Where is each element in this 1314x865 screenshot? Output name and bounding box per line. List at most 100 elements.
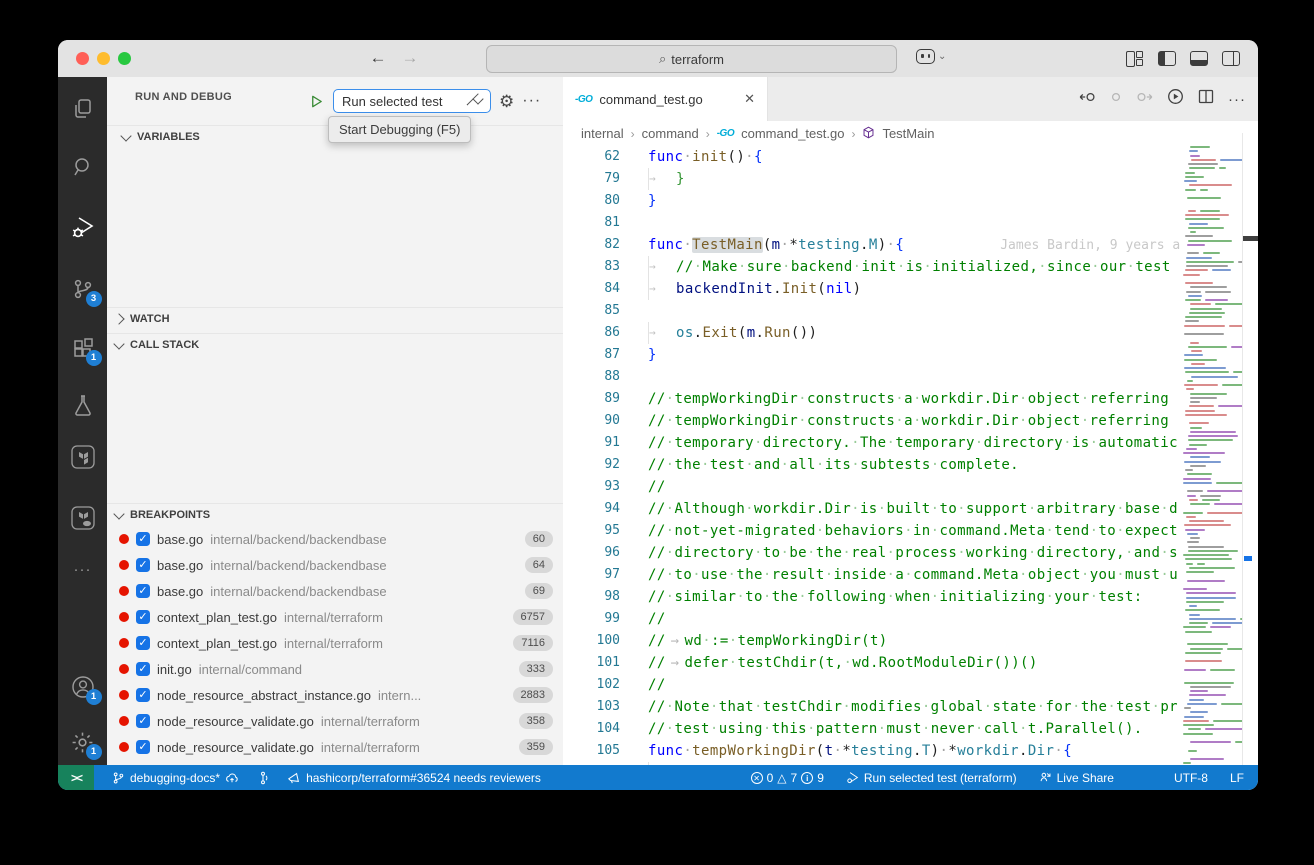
code-line[interactable]: 96//·directory·to·be·the·real·process·wo… bbox=[563, 542, 1243, 564]
code-line[interactable]: 99// bbox=[563, 608, 1243, 630]
accounts-icon[interactable]: 1 bbox=[69, 673, 97, 701]
breakpoint-row[interactable]: ✓ base.go internal/backend/backendbase 6… bbox=[107, 526, 563, 552]
pr-status-item[interactable]: hashicorp/terraform#36524 needs reviewer… bbox=[287, 765, 541, 790]
breakpoint-checkbox[interactable]: ✓ bbox=[136, 532, 150, 546]
reverse-continue-icon[interactable] bbox=[1110, 89, 1122, 110]
run-or-debug-icon[interactable] bbox=[1167, 88, 1184, 110]
code-line[interactable]: 102// bbox=[563, 674, 1243, 696]
customize-layout-icon[interactable] bbox=[1126, 51, 1144, 66]
command-center-search[interactable]: ⌕ terraform bbox=[486, 45, 897, 73]
code-line[interactable]: 84→backendInit.Init(nil) bbox=[563, 278, 1243, 300]
line-number[interactable]: 92 bbox=[563, 454, 620, 476]
code-line[interactable]: 85 bbox=[563, 300, 1243, 322]
line-number[interactable]: 93 bbox=[563, 476, 620, 498]
titlebar[interactable]: ← → ⌕ terraform ⌄ bbox=[58, 40, 1258, 78]
code-line[interactable]: 86→os.Exit(m.Run()) bbox=[563, 322, 1243, 344]
debug-config-select[interactable]: Run selected test bbox=[333, 89, 491, 113]
code-line[interactable]: 83→//·Make·sure·backend·init·is·initiali… bbox=[563, 256, 1243, 278]
eol-item[interactable]: LF bbox=[1230, 765, 1244, 790]
code-line[interactable]: 62func·init()·{ bbox=[563, 146, 1243, 168]
step-back-icon[interactable] bbox=[1079, 89, 1096, 110]
breakpoint-checkbox[interactable]: ✓ bbox=[136, 584, 150, 598]
line-number[interactable]: 86 bbox=[563, 322, 620, 344]
breakpoint-row[interactable]: ✓ context_plan_test.go internal/terrafor… bbox=[107, 604, 563, 630]
code-line[interactable]: 79→} bbox=[563, 168, 1243, 190]
scrollbar-thumb[interactable] bbox=[1243, 236, 1258, 241]
call-stack-section-header[interactable]: CALL STACK bbox=[107, 333, 563, 356]
source-control-icon[interactable]: 3 bbox=[69, 275, 97, 303]
testing-icon[interactable] bbox=[69, 391, 97, 419]
close-window-button[interactable] bbox=[76, 52, 89, 65]
breakpoint-row[interactable]: ✓ context_plan_test.go internal/terrafor… bbox=[107, 630, 563, 656]
line-number[interactable]: 81 bbox=[563, 212, 620, 234]
explorer-icon[interactable] bbox=[69, 95, 97, 123]
line-number[interactable]: 104 bbox=[563, 718, 620, 740]
line-number[interactable]: 94 bbox=[563, 498, 620, 520]
line-number[interactable]: 91 bbox=[563, 432, 620, 454]
line-number[interactable]: 102 bbox=[563, 674, 620, 696]
code-line[interactable]: 95//·not-yet-migrated·behaviors·in·comma… bbox=[563, 520, 1243, 542]
step-forward-icon[interactable] bbox=[1136, 89, 1153, 110]
breakpoint-checkbox[interactable]: ✓ bbox=[136, 558, 150, 572]
line-number[interactable]: 85 bbox=[563, 300, 620, 322]
line-number[interactable]: 82 bbox=[563, 234, 620, 256]
breakpoint-checkbox[interactable]: ✓ bbox=[136, 662, 150, 676]
code-line[interactable]: 90//·tempWorkingDir·constructs·a·workdir… bbox=[563, 410, 1243, 432]
code-line[interactable]: 93// bbox=[563, 476, 1243, 498]
line-number[interactable]: 80 bbox=[563, 190, 620, 212]
remote-indicator[interactable]: >< bbox=[58, 765, 94, 790]
breadcrumb-symbol[interactable]: TestMain bbox=[882, 126, 934, 141]
line-number[interactable]: 99 bbox=[563, 608, 620, 630]
line-number[interactable]: 84 bbox=[563, 278, 620, 300]
search-sidebar-icon[interactable] bbox=[69, 153, 97, 181]
code-line[interactable]: 91//·temporary·directory.·The·temporary·… bbox=[563, 432, 1243, 454]
tab-command-test-go[interactable]: -GO command_test.go ✕ bbox=[563, 77, 768, 121]
line-number[interactable]: 79 bbox=[563, 168, 620, 190]
additional-views-icon[interactable]: ··· bbox=[69, 555, 97, 583]
nav-back-arrow[interactable]: ← bbox=[366, 46, 390, 70]
line-number[interactable]: 97 bbox=[563, 564, 620, 586]
close-tab-icon[interactable]: ✕ bbox=[744, 91, 755, 107]
line-number[interactable]: 87 bbox=[563, 344, 620, 366]
code-line[interactable]: 92//·the·test·and·all·its·subtests·compl… bbox=[563, 454, 1243, 476]
breakpoint-row[interactable]: ✓ node_resource_validate.go internal/ter… bbox=[107, 734, 563, 760]
breadcrumb-internal[interactable]: internal bbox=[581, 126, 624, 141]
breakpoints-section-header[interactable]: BREAKPOINTS bbox=[107, 503, 563, 526]
code-line[interactable]: 101//→defer·testChdir(t,·wd.RootModuleDi… bbox=[563, 652, 1243, 674]
breakpoint-checkbox[interactable]: ✓ bbox=[136, 740, 150, 754]
code-line[interactable]: 88 bbox=[563, 366, 1243, 388]
toggle-secondary-sidebar-icon[interactable] bbox=[1222, 51, 1240, 66]
breadcrumb-command[interactable]: command bbox=[642, 126, 699, 141]
split-editor-icon[interactable] bbox=[1198, 89, 1214, 109]
breakpoint-row[interactable]: ✓ base.go internal/backend/backendbase 6… bbox=[107, 578, 563, 604]
code-line[interactable]: 87} bbox=[563, 344, 1243, 366]
editor-more-actions-icon[interactable]: ··· bbox=[1228, 91, 1246, 108]
code-line[interactable]: 82func·TestMain(m·*testing.M)·{James Bar… bbox=[563, 234, 1243, 256]
line-number[interactable]: 105 bbox=[563, 740, 620, 762]
line-number[interactable]: 89 bbox=[563, 388, 620, 410]
git-branch-item[interactable]: debugging-docs* bbox=[112, 765, 239, 790]
debug-more-actions-icon[interactable]: ··· bbox=[522, 93, 541, 109]
line-number[interactable]: 88 bbox=[563, 366, 620, 388]
breakpoint-row[interactable]: ✓ node_resource_validate.go internal/ter… bbox=[107, 708, 563, 734]
toggle-primary-sidebar-icon[interactable] bbox=[1158, 51, 1176, 66]
line-number[interactable]: 98 bbox=[563, 586, 620, 608]
breakpoint-row[interactable]: ✓ base.go internal/backend/backendbase 6… bbox=[107, 552, 563, 578]
code-line[interactable]: 104//·test·using·this·pattern·must·never… bbox=[563, 718, 1243, 740]
line-number[interactable]: 90 bbox=[563, 410, 620, 432]
code-line[interactable]: 105func·tempWorkingDir(t·*testing.T)·*wo… bbox=[563, 740, 1243, 762]
settings-gear-icon[interactable]: 1 bbox=[69, 728, 97, 756]
encoding-item[interactable]: UTF-8 bbox=[1174, 765, 1208, 790]
problems-item[interactable]: ✕ 0 △ 7 i 9 bbox=[751, 765, 824, 790]
watch-section-header[interactable]: WATCH bbox=[107, 307, 563, 330]
code-line[interactable]: 89//·tempWorkingDir·constructs·a·workdir… bbox=[563, 388, 1243, 410]
breakpoint-checkbox[interactable]: ✓ bbox=[136, 610, 150, 624]
live-share-item[interactable]: Live Share bbox=[1039, 765, 1114, 790]
minimize-window-button[interactable] bbox=[97, 52, 110, 65]
terraform-tools-icon[interactable] bbox=[69, 504, 97, 532]
code-line[interactable]: 100//→wd·:=·tempWorkingDir(t) bbox=[563, 630, 1243, 652]
code-line[interactable]: 94//·Although·workdir.Dir·is·built·to·su… bbox=[563, 498, 1243, 520]
debug-settings-gear-icon[interactable]: ⚙ bbox=[499, 93, 514, 110]
code-line[interactable]: 103//·Note·that·testChdir·modifies·globa… bbox=[563, 696, 1243, 718]
source-control-graph-item[interactable] bbox=[257, 765, 269, 790]
